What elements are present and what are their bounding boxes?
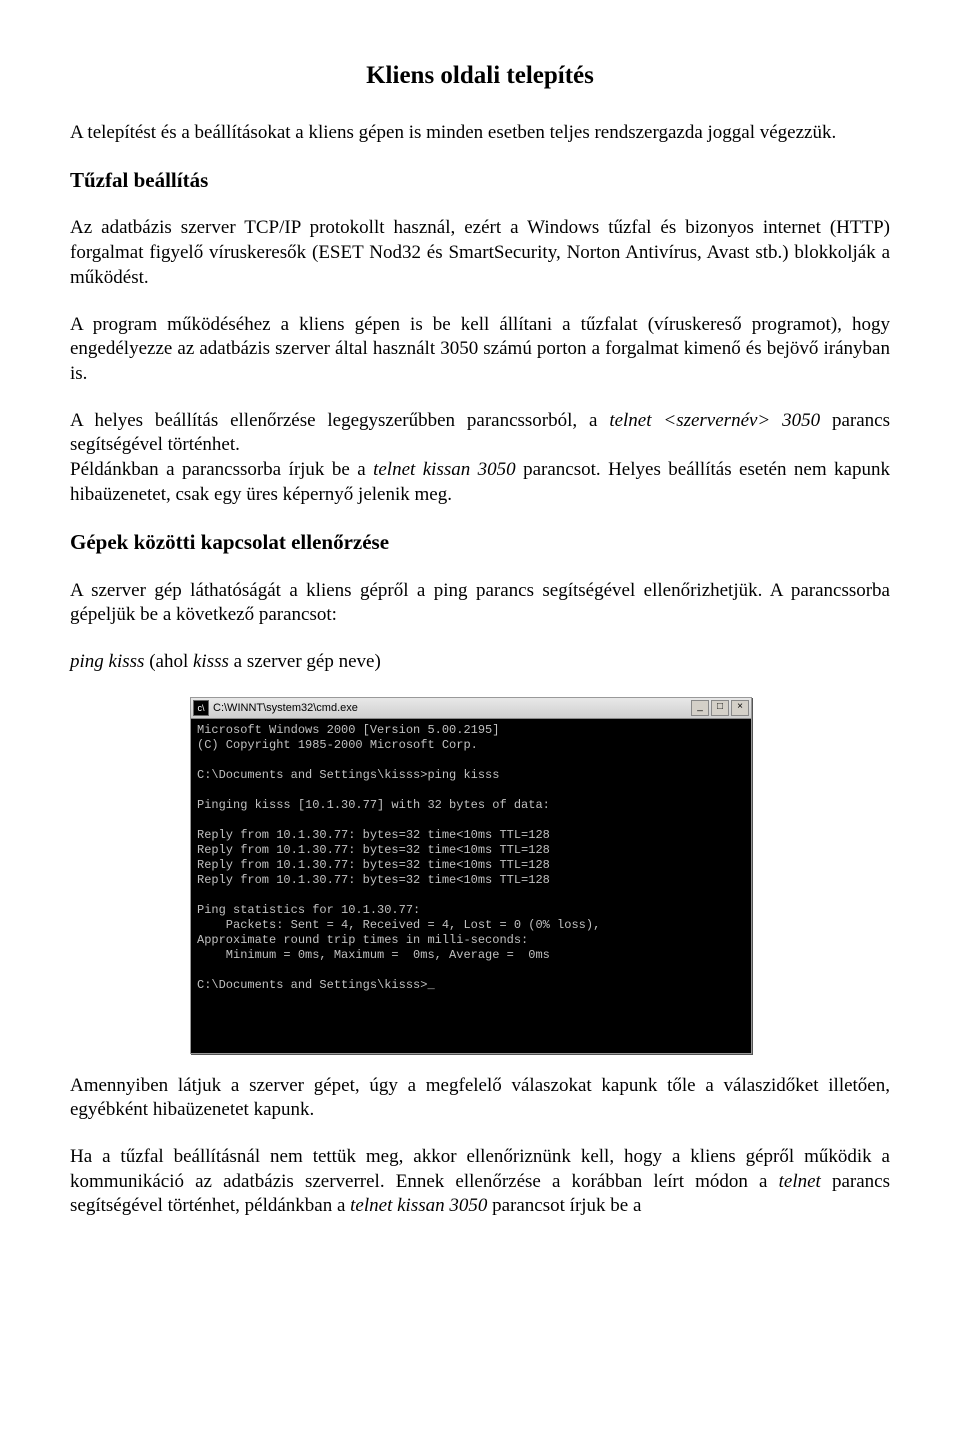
text-fragment: A helyes beállítás ellenőrzése legegysze…: [70, 410, 609, 431]
page-title: Kliens oldali telepítés: [70, 60, 890, 93]
cmd-window-buttons: _ □ ×: [691, 700, 749, 716]
paragraph-firewall-3: A helyes beállítás ellenőrzése legegysze…: [70, 409, 890, 508]
command-italic: telnet: [779, 1171, 821, 1192]
text-fragment: Ha a tűzfal beállításnál nem tettük meg,…: [70, 1146, 890, 1192]
command-italic: telnet kissan 3050: [373, 459, 516, 480]
close-button[interactable]: ×: [731, 700, 749, 716]
intro-paragraph: A telepítést és a beállításokat a kliens…: [70, 121, 890, 146]
text-fragment: (ahol: [144, 651, 193, 672]
server-name-italic: kisss: [193, 651, 229, 672]
minimize-button[interactable]: _: [691, 700, 709, 716]
cmd-output: Microsoft Windows 2000 [Version 5.00.219…: [191, 719, 751, 1053]
paragraph-after-cmd: Amennyiben látjuk a szerver gépet, úgy a…: [70, 1074, 890, 1123]
cmd-icon: c\: [193, 700, 209, 716]
cmd-titlebar: c\ C:\WINNT\system32\cmd.exe _ □ ×: [191, 698, 751, 719]
paragraph-firewall-2: A program működéséhez a kliens gépen is …: [70, 313, 890, 387]
command-prompt-window: c\ C:\WINNT\system32\cmd.exe _ □ × Micro…: [190, 697, 752, 1054]
paragraph-connection-1: A szerver gép láthatóságát a kliens gépr…: [70, 579, 890, 628]
text-fragment: parancsot írjuk be a: [487, 1195, 641, 1216]
command-italic: ping kisss: [70, 651, 144, 672]
command-italic: telnet <szervernév> 3050: [609, 410, 820, 431]
command-italic: telnet kissan 3050: [350, 1195, 487, 1216]
paragraph-ping-command: ping kisss (ahol kisss a szerver gép nev…: [70, 650, 890, 675]
maximize-button[interactable]: □: [711, 700, 729, 716]
paragraph-firewall-1: Az adatbázis szerver TCP/IP protokollt h…: [70, 216, 890, 290]
paragraph-last: Ha a tűzfal beállításnál nem tettük meg,…: [70, 1145, 890, 1219]
heading-firewall: Tűzfal beállítás: [70, 167, 890, 194]
text-fragment: Példánkban a parancssorba írjuk be a: [70, 459, 373, 480]
cmd-title-text: C:\WINNT\system32\cmd.exe: [213, 701, 691, 715]
text-fragment: a szerver gép neve): [229, 651, 381, 672]
heading-connection-check: Gépek közötti kapcsolat ellenőrzése: [70, 529, 890, 556]
